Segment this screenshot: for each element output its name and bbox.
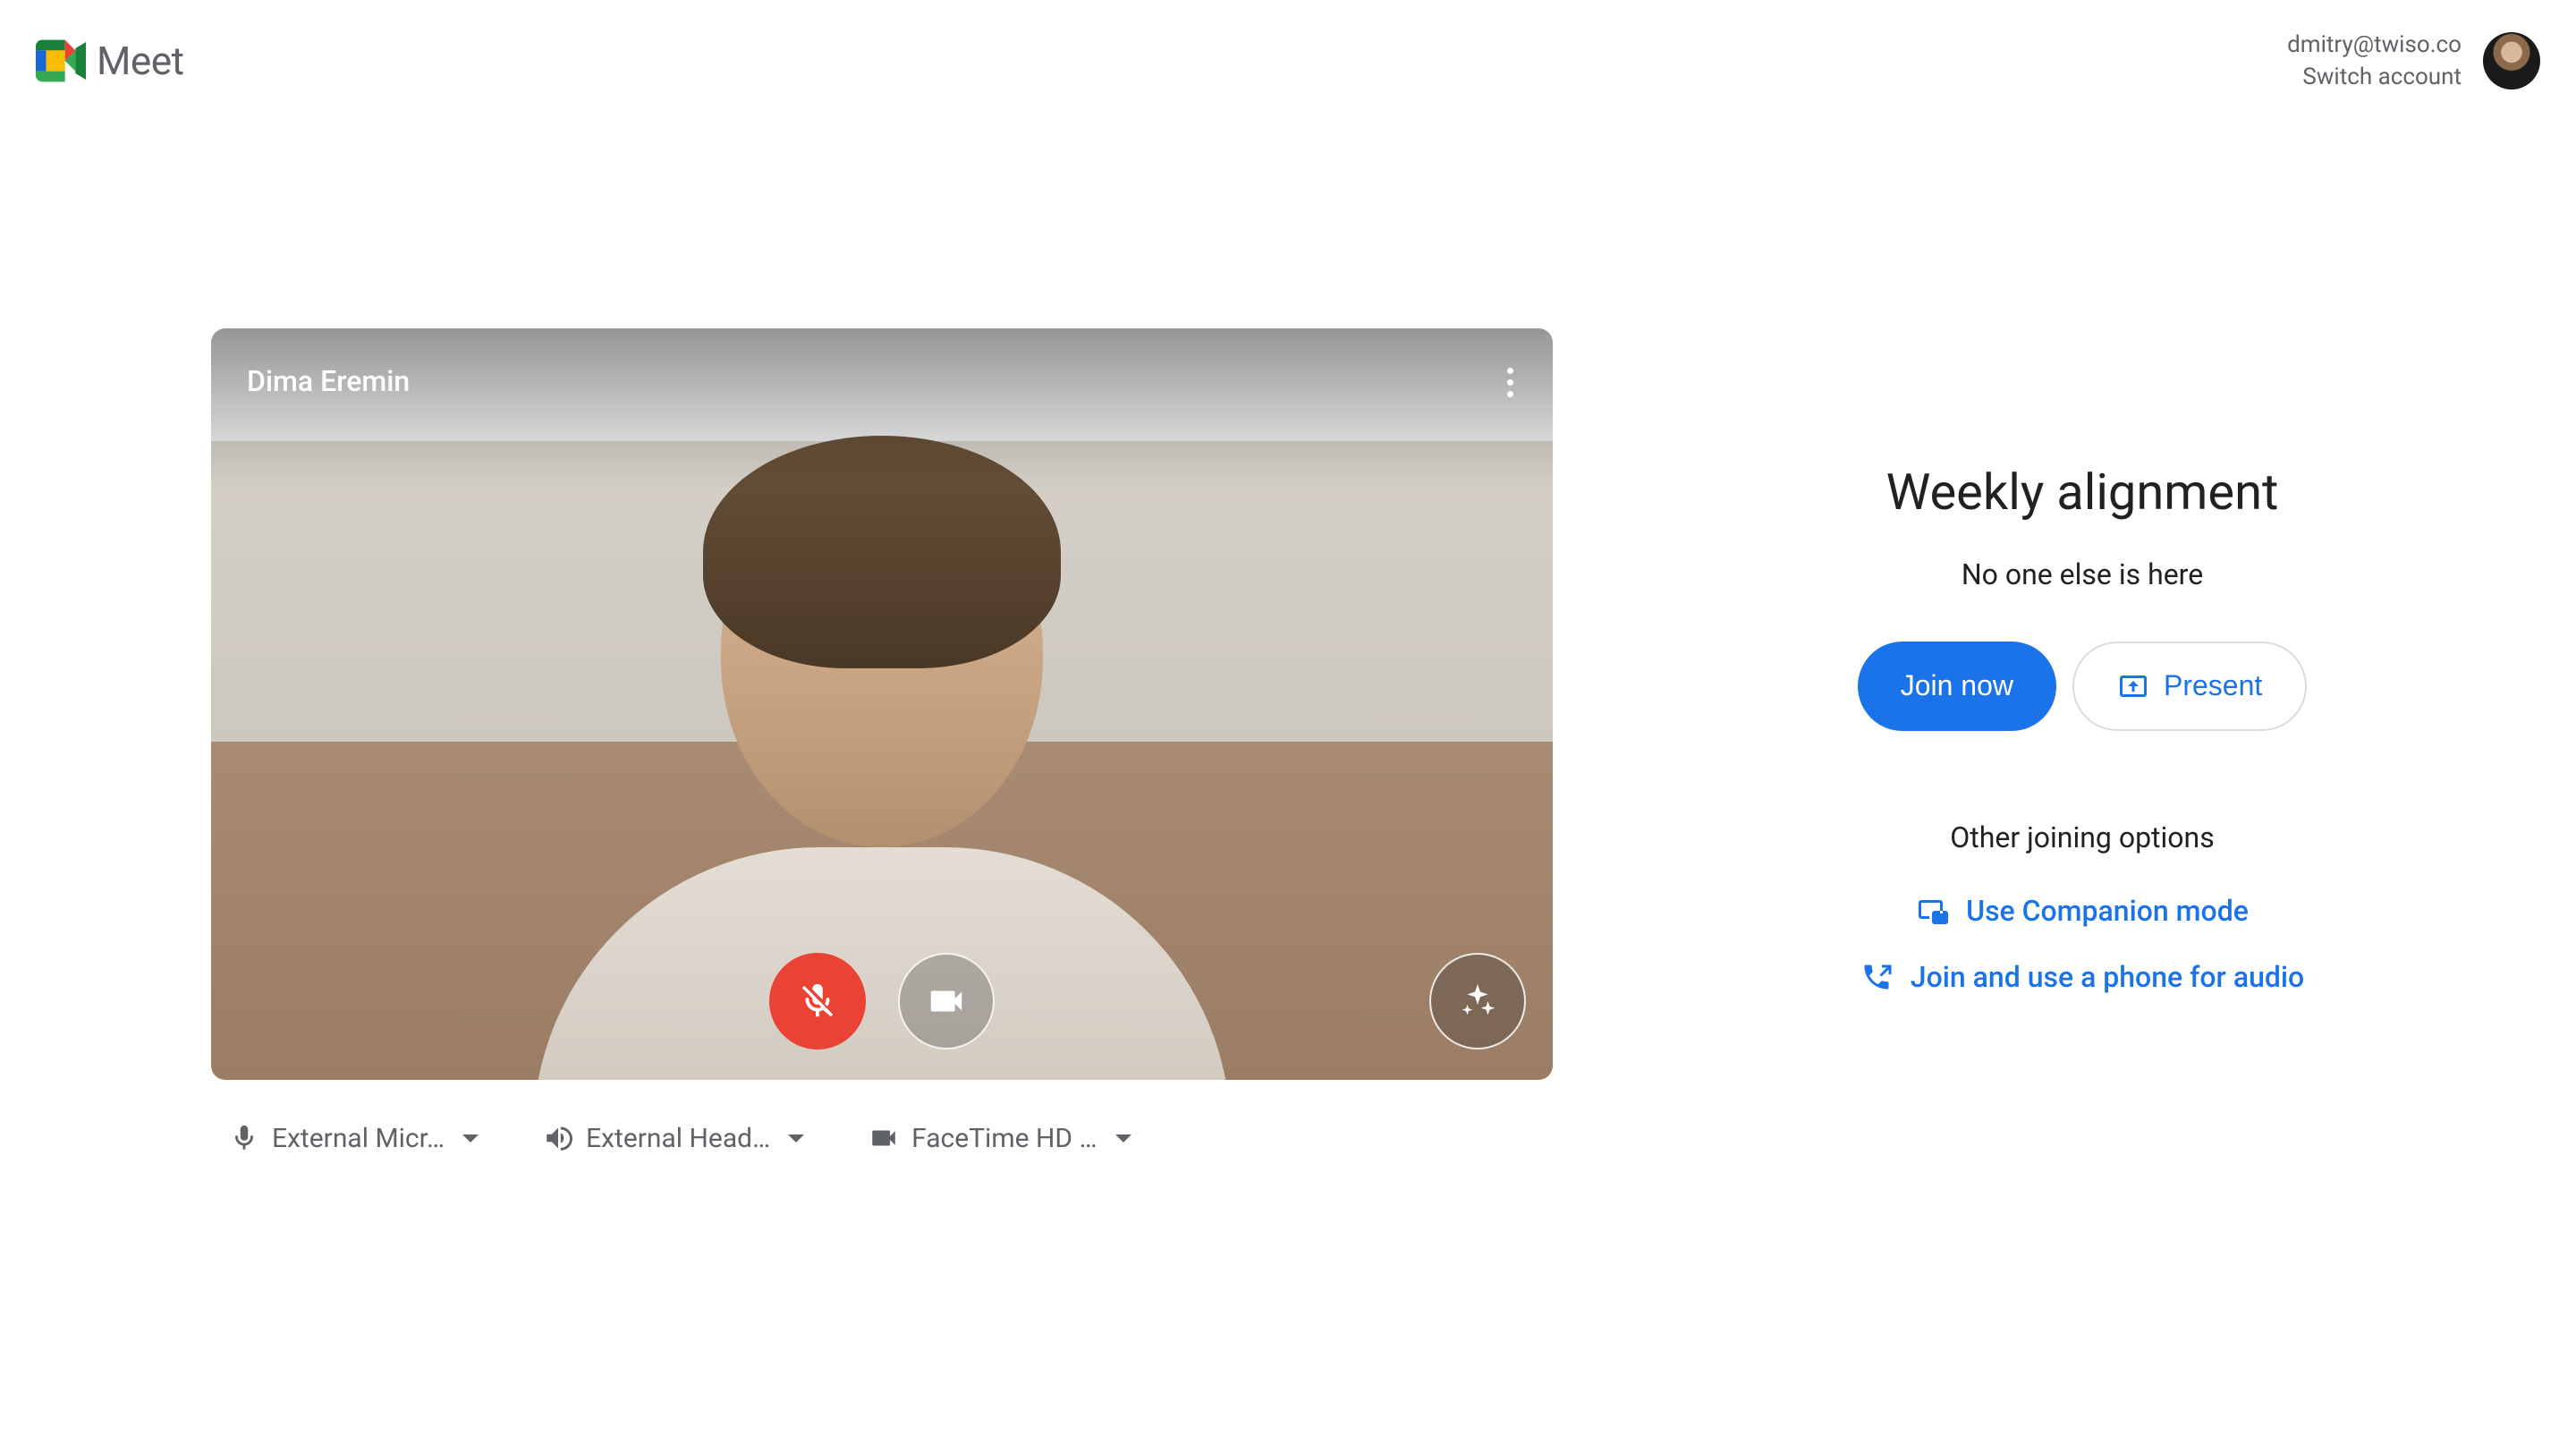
main: Dima Eremin	[0, 123, 2576, 1154]
join-now-button[interactable]: Join now	[1858, 642, 2056, 731]
mic-off-icon	[797, 981, 838, 1022]
mic-device-label: External Micr…	[272, 1123, 445, 1154]
account-email: dmitry@twiso.co	[2287, 29, 2462, 61]
companion-mode-button[interactable]: Use Companion mode	[1916, 894, 2249, 928]
join-now-label: Join now	[1901, 669, 2013, 702]
mic-icon	[229, 1123, 259, 1153]
present-icon	[2117, 670, 2149, 702]
speaker-device-label: External Head…	[586, 1123, 770, 1154]
video-controls	[769, 953, 995, 1049]
camera-on-icon	[926, 981, 967, 1022]
account-text: dmitry@twiso.co Switch account	[2287, 29, 2462, 94]
self-name-label: Dima Eremin	[247, 364, 410, 398]
more-options-icon[interactable]	[1500, 361, 1521, 404]
header: Meet dmitry@twiso.co Switch account	[0, 0, 2576, 123]
camera-device-select[interactable]: FaceTime HD …	[869, 1123, 1131, 1154]
video-preview: Dima Eremin	[211, 328, 1553, 1080]
meet-logo-icon	[36, 39, 86, 82]
companion-label: Use Companion mode	[1966, 894, 2249, 928]
account-area: dmitry@twiso.co Switch account	[2287, 29, 2540, 94]
chevron-down-icon	[1115, 1134, 1131, 1143]
preview-column: Dima Eremin	[211, 328, 1553, 1154]
presence-text: No one else is here	[1962, 557, 2203, 591]
phone-icon	[1860, 961, 1893, 993]
sparkle-icon	[1457, 981, 1498, 1022]
companion-icon	[1916, 895, 1948, 927]
visual-effects-button[interactable]	[1429, 953, 1526, 1049]
join-column: Weekly alignment No one else is here Joi…	[1767, 328, 2397, 1154]
logo-area: Meet	[36, 38, 183, 84]
device-row: External Micr… External Head… FaceTime H…	[211, 1123, 1553, 1154]
chevron-down-icon	[462, 1134, 479, 1143]
mic-toggle-button[interactable]	[769, 953, 866, 1049]
present-button[interactable]: Present	[2072, 642, 2307, 731]
camera-toggle-button[interactable]	[898, 953, 995, 1049]
camera-icon	[869, 1123, 899, 1153]
product-name: Meet	[97, 38, 183, 84]
avatar[interactable]	[2483, 32, 2540, 89]
other-options-heading: Other joining options	[1950, 820, 2214, 854]
speaker-device-select[interactable]: External Head…	[543, 1123, 804, 1154]
present-label: Present	[2164, 669, 2262, 702]
join-buttons: Join now Present	[1858, 642, 2308, 731]
chevron-down-icon	[788, 1134, 804, 1143]
mic-device-select[interactable]: External Micr…	[229, 1123, 479, 1154]
switch-account-link[interactable]: Switch account	[2287, 61, 2462, 93]
meeting-title: Weekly alignment	[1886, 463, 2279, 522]
camera-device-label: FaceTime HD …	[911, 1123, 1097, 1154]
speaker-icon	[543, 1123, 573, 1153]
phone-label: Join and use a phone for audio	[1911, 960, 2304, 994]
phone-audio-button[interactable]: Join and use a phone for audio	[1860, 960, 2304, 994]
silhouette-hair	[703, 436, 1061, 668]
